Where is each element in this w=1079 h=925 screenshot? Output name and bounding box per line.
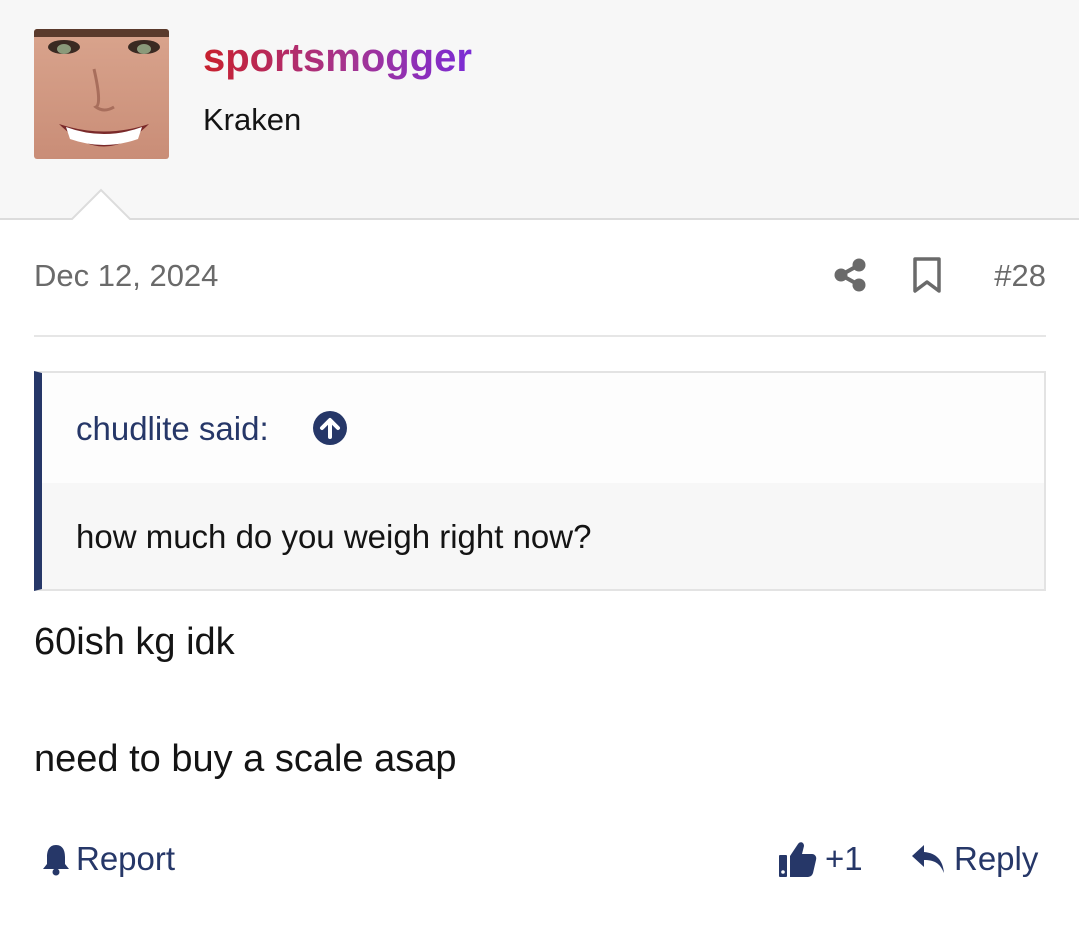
post-date[interactable]: Dec 12, 2024: [34, 257, 218, 295]
report-label: Report: [76, 840, 176, 877]
quote-text: how much do you weigh right now?: [76, 518, 592, 555]
report-button[interactable]: Report: [40, 838, 175, 880]
user-title: Kraken: [203, 102, 302, 137]
arrow-up-circle-icon[interactable]: [312, 410, 348, 446]
like-count: +1: [825, 840, 863, 877]
post-body-line: need to buy a scale asap: [34, 738, 457, 780]
post-author-header: sportsmogger Kraken: [0, 0, 1079, 222]
like-button[interactable]: +1: [777, 838, 863, 880]
header-pointer: [70, 188, 132, 222]
quote-author[interactable]: chudlite said:: [76, 409, 269, 449]
share-icon[interactable]: [832, 256, 868, 294]
quote-block: chudlite said: how much do you weigh rig…: [34, 371, 1046, 591]
quote-body: how much do you weigh right now?: [42, 483, 1044, 589]
reply-label: Reply: [954, 840, 1039, 877]
post-body-line: 60ish kg idk: [34, 621, 235, 663]
user-avatar[interactable]: [34, 29, 169, 159]
quote-header: chudlite said:: [42, 373, 1044, 483]
reply-button[interactable]: Reply: [910, 838, 1038, 880]
bookmark-icon[interactable]: [909, 256, 945, 294]
username[interactable]: sportsmogger: [203, 34, 472, 82]
meta-divider: [34, 335, 1046, 337]
bell-icon: [43, 845, 69, 876]
thumbs-up-icon: [779, 842, 817, 877]
post-number-link[interactable]: #28: [994, 257, 1046, 295]
reply-arrow-icon: [912, 845, 944, 873]
avatar-photo: [34, 29, 169, 159]
